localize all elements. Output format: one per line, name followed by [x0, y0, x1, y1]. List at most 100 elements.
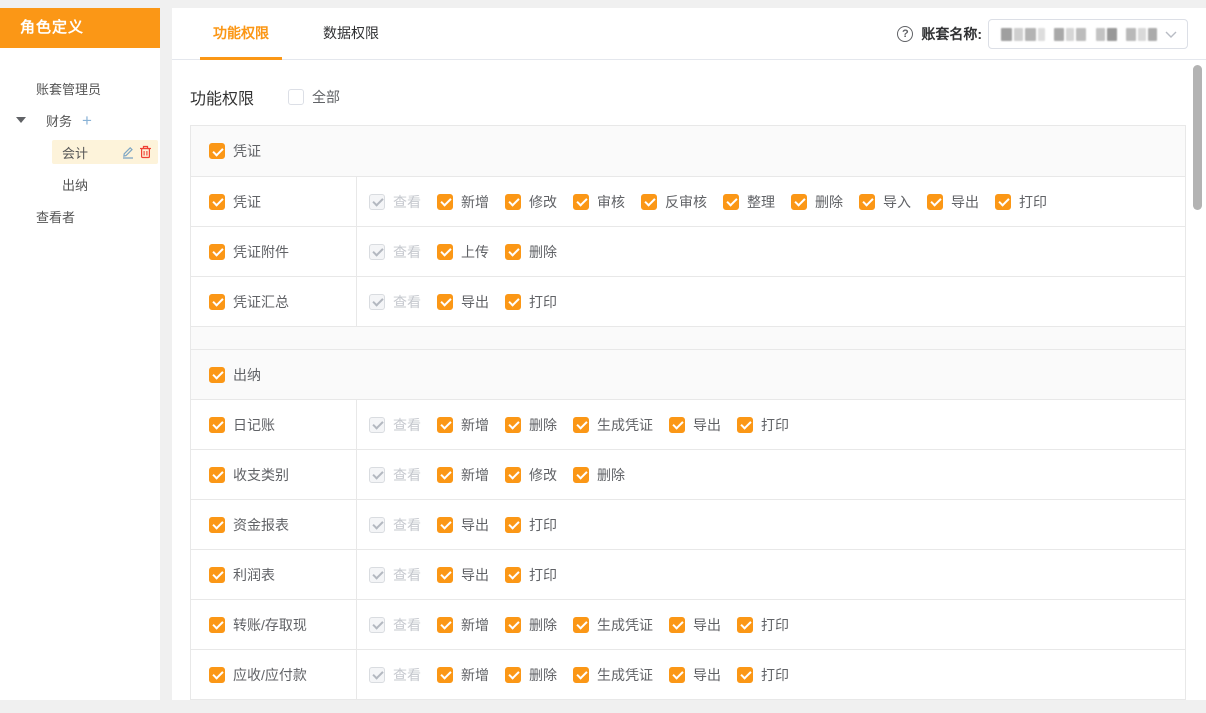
permission-checkbox[interactable]	[927, 194, 943, 210]
permission-label: 查看	[393, 415, 421, 435]
section-checkbox[interactable]	[209, 367, 225, 383]
sidebar-item-viewer[interactable]: 查看者	[0, 200, 160, 232]
permission-checkbox[interactable]	[573, 194, 589, 210]
permission-checkbox[interactable]	[723, 194, 739, 210]
permission-checkbox[interactable]	[505, 244, 521, 260]
role-list: 账套管理员 财务 + 会计	[0, 48, 160, 232]
permission-label: 修改	[529, 465, 557, 485]
permission-checkbox[interactable]	[669, 667, 685, 683]
caret-down-icon[interactable]	[16, 117, 26, 123]
permission-checkbox[interactable]	[437, 617, 453, 633]
permission-checkbox[interactable]	[437, 517, 453, 533]
section-checkbox[interactable]	[209, 143, 225, 159]
permission-row: 凭证附件查看上传删除	[191, 226, 1185, 276]
permission-label: 导入	[883, 192, 911, 212]
permission-checkbox[interactable]	[573, 467, 589, 483]
module-checkbox[interactable]	[209, 517, 225, 533]
permission-label: 打印	[761, 415, 789, 435]
permission-item: 查看	[369, 565, 421, 585]
sidebar-item-label: 账套管理员	[36, 79, 101, 98]
add-role-icon[interactable]: +	[82, 112, 92, 129]
permission-checkbox[interactable]	[505, 417, 521, 433]
permission-checkbox[interactable]	[573, 617, 589, 633]
permission-row: 日记账查看新增删除生成凭证导出打印	[191, 399, 1185, 449]
tab-function-permissions[interactable]: 功能权限	[200, 8, 282, 60]
scrollbar-thumb[interactable]	[1193, 65, 1202, 210]
permission-item: 生成凭证	[573, 615, 653, 635]
sidebar-item-finance[interactable]: 财务 +	[0, 104, 160, 136]
sidebar-item-cashier[interactable]: 出纳	[0, 168, 160, 200]
permission-label: 打印	[1019, 192, 1047, 212]
tab-bar: 功能权限 数据权限 ? 账套名称:	[172, 8, 1206, 60]
permission-label: 删除	[529, 615, 557, 635]
permission-checkbox[interactable]	[505, 467, 521, 483]
permission-row: 利润表查看导出打印	[191, 549, 1185, 599]
permission-checkbox[interactable]	[505, 567, 521, 583]
permission-checkbox[interactable]	[437, 467, 453, 483]
permission-item: 删除	[791, 192, 843, 212]
permission-checkbox[interactable]	[505, 617, 521, 633]
sidebar-item-accounting[interactable]: 会计	[0, 136, 160, 168]
permission-checkbox[interactable]	[437, 244, 453, 260]
permission-checkbox[interactable]	[641, 194, 657, 210]
permission-checkbox[interactable]	[737, 417, 753, 433]
delete-icon[interactable]	[139, 145, 152, 159]
permission-item: 导出	[927, 192, 979, 212]
select-all-checkbox[interactable]	[288, 89, 304, 105]
module-checkbox[interactable]	[209, 567, 225, 583]
permission-checkbox[interactable]	[669, 617, 685, 633]
role-actions	[121, 145, 152, 159]
permission-table: 凭证凭证查看新增修改审核反审核整理删除导入导出打印凭证附件查看上传删除凭证汇总查…	[190, 125, 1186, 700]
permission-label: 导出	[951, 192, 979, 212]
permission-item: 打印	[505, 292, 557, 312]
permission-checkbox[interactable]	[859, 194, 875, 210]
permission-checkbox[interactable]	[505, 667, 521, 683]
permission-checkbox[interactable]	[737, 667, 753, 683]
actions-cell: 查看导出打印	[357, 500, 1185, 549]
permission-label: 打印	[761, 665, 789, 685]
permission-checkbox[interactable]	[995, 194, 1011, 210]
permission-checkbox[interactable]	[437, 567, 453, 583]
permission-row: 转账/存取现查看新增删除生成凭证导出打印	[191, 599, 1185, 649]
permission-checkbox[interactable]	[505, 294, 521, 310]
selected-role[interactable]: 会计	[52, 140, 158, 164]
module-label: 转账/存取现	[233, 615, 307, 635]
module-checkbox[interactable]	[209, 244, 225, 260]
sidebar-item-account-admin[interactable]: 账套管理员	[0, 72, 160, 104]
permission-checkbox[interactable]	[505, 517, 521, 533]
permission-checkbox[interactable]	[573, 667, 589, 683]
actions-cell: 查看新增删除生成凭证导出打印	[357, 650, 1185, 699]
module-cell: 收支类别	[191, 450, 357, 499]
module-checkbox[interactable]	[209, 667, 225, 683]
permission-checkbox[interactable]	[505, 194, 521, 210]
select-all[interactable]: 全部	[288, 87, 340, 107]
module-checkbox[interactable]	[209, 194, 225, 210]
permission-label: 打印	[761, 615, 789, 635]
permission-label: 上传	[461, 242, 489, 262]
tab-data-permissions[interactable]: 数据权限	[310, 8, 392, 60]
permission-checkbox[interactable]	[573, 417, 589, 433]
permission-item: 查看	[369, 665, 421, 685]
permission-checkbox[interactable]	[437, 194, 453, 210]
module-checkbox[interactable]	[209, 617, 225, 633]
permission-label: 查看	[393, 615, 421, 635]
module-checkbox[interactable]	[209, 294, 225, 310]
permission-item: 生成凭证	[573, 665, 653, 685]
module-label: 凭证附件	[233, 242, 289, 262]
permission-item: 删除	[505, 415, 557, 435]
permission-checkbox[interactable]	[669, 417, 685, 433]
permission-item: 打印	[737, 615, 789, 635]
edit-icon[interactable]	[121, 145, 135, 159]
permission-checkbox[interactable]	[791, 194, 807, 210]
account-select[interactable]	[988, 19, 1188, 49]
module-checkbox[interactable]	[209, 417, 225, 433]
permission-checkbox[interactable]	[737, 617, 753, 633]
permission-row: 收支类别查看新增修改删除	[191, 449, 1185, 499]
module-checkbox[interactable]	[209, 467, 225, 483]
help-icon[interactable]: ?	[897, 26, 913, 42]
permission-checkbox[interactable]	[437, 294, 453, 310]
scrollbar[interactable]	[1192, 62, 1202, 698]
account-name-label: 账套名称:	[921, 24, 982, 44]
permission-checkbox[interactable]	[437, 667, 453, 683]
permission-checkbox[interactable]	[437, 417, 453, 433]
